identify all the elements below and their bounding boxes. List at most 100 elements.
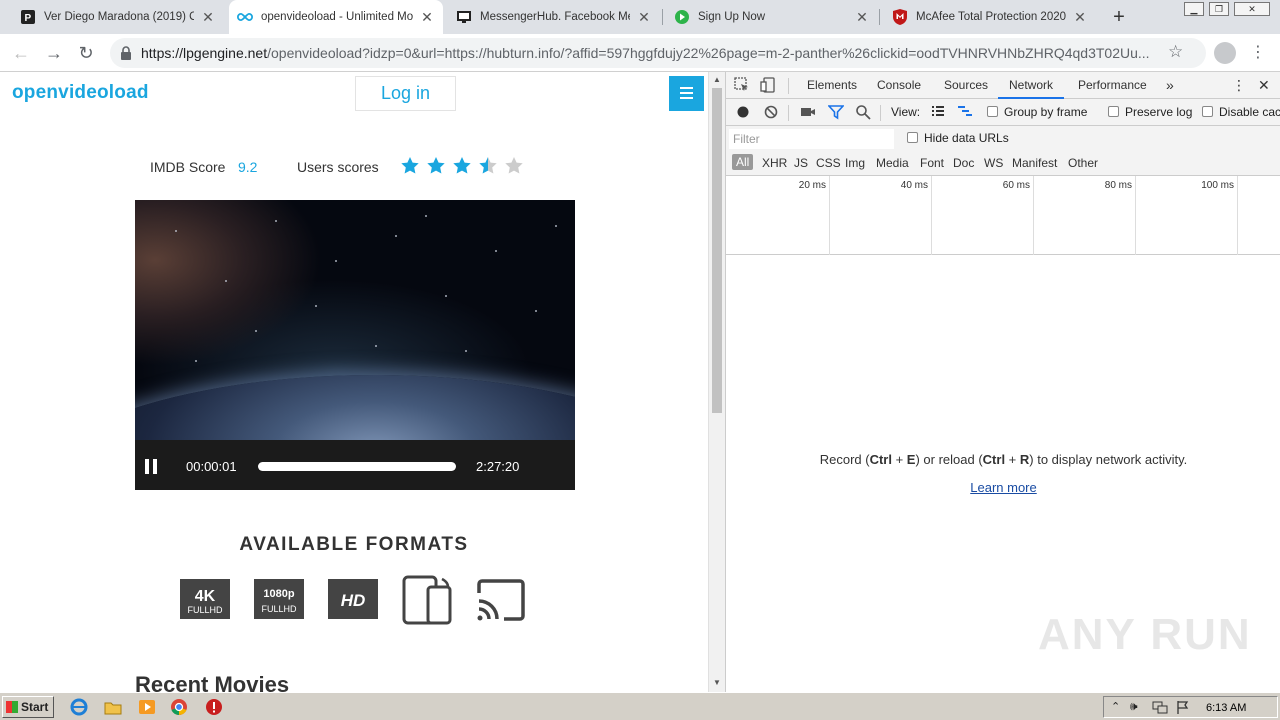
preserve-log-checkbox[interactable] xyxy=(1108,106,1119,117)
close-window-icon[interactable]: ✕ xyxy=(1234,2,1270,16)
volume-icon[interactable]: 🕪 xyxy=(1130,699,1138,714)
type-filter-css[interactable]: CSS xyxy=(816,156,841,170)
close-devtools-icon[interactable]: ✕ xyxy=(1258,72,1270,99)
browser-tab-active[interactable]: openvideoload - Unlimited Movie ✕ xyxy=(229,0,443,34)
large-rows-icon[interactable] xyxy=(930,104,946,120)
devtools-tab-elements[interactable]: Elements xyxy=(807,72,857,99)
devtools-tab-console[interactable]: Console xyxy=(877,72,921,99)
video-progress-bar[interactable] xyxy=(258,462,456,471)
browser-tab[interactable]: Sign Up Now ✕ xyxy=(666,0,878,34)
pause-icon[interactable] xyxy=(145,459,159,474)
format-bottom-text: FULLHD xyxy=(261,604,297,614)
close-tab-icon[interactable]: ✕ xyxy=(854,9,870,26)
taskbar-clock[interactable]: 6:13 AM xyxy=(1206,702,1246,714)
waterfall-icon[interactable] xyxy=(957,104,973,120)
recent-movies-heading: Recent Movies xyxy=(135,672,290,692)
toolbar-separator xyxy=(880,105,881,121)
page-scrollbar[interactable]: ▲ ▼ xyxy=(708,72,725,692)
timeline-gridline xyxy=(1033,176,1034,255)
devtools-menu-icon[interactable]: ⋮ xyxy=(1232,72,1246,99)
inspect-element-icon[interactable] xyxy=(734,77,750,93)
type-filter-media[interactable]: Media xyxy=(876,156,909,170)
browser-tab[interactable]: P Ver Diego Maradona (2019) Onli ✕ xyxy=(12,0,224,34)
hide-data-urls-option[interactable]: Hide data URLs xyxy=(907,131,1009,145)
close-tab-icon[interactable]: ✕ xyxy=(1072,9,1088,26)
tab-title: openvideoload - Unlimited Movie xyxy=(261,11,413,23)
close-tab-icon[interactable]: ✕ xyxy=(419,9,435,26)
type-filter-font[interactable]: Font xyxy=(920,156,944,170)
action-center-flag-icon[interactable] xyxy=(1176,700,1190,715)
close-tab-icon[interactable]: ✕ xyxy=(636,9,652,26)
browser-tab[interactable]: McAfee Total Protection 2020 | ✕ xyxy=(884,0,1096,34)
browser-tab[interactable]: MessengerHub. Facebook Messe ✕ xyxy=(448,0,660,34)
bookmark-star-icon[interactable]: ☆ xyxy=(1168,42,1194,62)
profile-avatar-icon[interactable] xyxy=(1214,42,1236,64)
address-bar[interactable]: https://lpgengine.net/openvideoload?idzp… xyxy=(110,38,1206,68)
record-icon[interactable] xyxy=(735,104,751,120)
devtools-tabbar: Elements Console Sources Network Perform… xyxy=(726,72,1280,99)
hamburger-menu-icon[interactable] xyxy=(669,76,704,111)
type-filter-xhr[interactable]: XHR xyxy=(762,156,787,170)
preserve-log-option[interactable]: Preserve log xyxy=(1108,105,1192,119)
devtools-tab-performance[interactable]: Performance xyxy=(1078,72,1147,99)
chrome-icon[interactable] xyxy=(170,698,188,716)
close-tab-icon[interactable]: ✕ xyxy=(200,9,216,26)
alert-red-icon[interactable] xyxy=(205,698,223,716)
resource-type-bar: All XHR JS CSS Img Media Font Doc WS Manifest Othe… xyxy=(726,151,1280,176)
scroll-up-icon[interactable]: ▲ xyxy=(709,73,725,87)
type-filter-doc[interactable]: Doc xyxy=(953,156,974,170)
device-toolbar-icon[interactable] xyxy=(760,77,776,93)
type-filter-manifest[interactable]: Manifest xyxy=(1012,156,1057,170)
type-filter-all[interactable]: All xyxy=(732,154,754,170)
view-label: View: xyxy=(891,105,921,119)
search-icon[interactable] xyxy=(855,104,871,120)
new-tab-icon[interactable]: + xyxy=(1108,6,1130,28)
scrollbar-thumb[interactable] xyxy=(712,88,722,413)
group-by-frame-option[interactable]: Group by frame xyxy=(987,105,1087,119)
filter-input[interactable]: Filter xyxy=(729,129,894,149)
forward-icon[interactable]: → xyxy=(43,42,65,64)
type-filter-ws[interactable]: WS xyxy=(984,156,1003,170)
clear-icon[interactable] xyxy=(763,104,779,120)
site-logo[interactable]: openvideoload xyxy=(12,82,149,104)
type-filter-js[interactable]: JS xyxy=(794,156,808,170)
timeline-label: 80 ms xyxy=(1104,180,1132,191)
restore-icon[interactable]: ❐ xyxy=(1209,2,1229,16)
network-overview-timeline[interactable]: 20 ms 40 ms 60 ms 80 ms 100 ms xyxy=(726,176,1280,255)
type-filter-img[interactable]: Img xyxy=(845,156,865,170)
timeline-gridline xyxy=(829,176,830,255)
media-player-icon[interactable] xyxy=(138,698,156,716)
login-button[interactable]: Log in xyxy=(355,76,456,111)
hide-data-urls-checkbox[interactable] xyxy=(907,132,918,143)
devtools-tab-network[interactable]: Network xyxy=(998,72,1065,99)
browser-menu-icon[interactable]: ⋮ xyxy=(1250,42,1266,64)
devtools-tab-sources[interactable]: Sources xyxy=(944,72,988,99)
learn-more-link[interactable]: Learn more xyxy=(726,480,1280,495)
browser-toolbar: ← → ↻ https://lpgengine.net/openvideoloa… xyxy=(0,34,1280,72)
disable-cache-checkbox[interactable] xyxy=(1202,106,1213,117)
more-tabs-icon[interactable]: » xyxy=(1166,72,1174,99)
back-icon[interactable]: ← xyxy=(10,42,32,64)
mcafee-shield-icon xyxy=(892,9,908,25)
show-hidden-icons-icon[interactable]: ⌃ xyxy=(1111,700,1120,713)
filter-funnel-icon[interactable] xyxy=(828,104,844,120)
internet-explorer-icon[interactable] xyxy=(70,698,88,716)
folder-icon[interactable] xyxy=(104,698,122,716)
tab-separator xyxy=(879,9,880,25)
type-filter-other[interactable]: Other xyxy=(1068,156,1098,170)
network-icon[interactable] xyxy=(1152,700,1168,715)
reload-icon[interactable]: ↻ xyxy=(75,42,97,64)
star-full-icon xyxy=(426,156,452,176)
web-page: openvideoload Log in IMDB Score 9.2 User… xyxy=(0,72,708,692)
group-by-frame-checkbox[interactable] xyxy=(987,106,998,117)
start-button[interactable]: Start xyxy=(2,696,54,718)
minimize-icon[interactable]: ▁ xyxy=(1184,2,1204,16)
disable-cache-option[interactable]: Disable cac xyxy=(1202,105,1280,119)
network-toolbar: View: Group by frame Preserve log Disabl… xyxy=(726,99,1280,126)
scroll-down-icon[interactable]: ▼ xyxy=(709,676,725,690)
hd-icon: HD xyxy=(328,579,378,622)
video-controls: 00:00:01 2:27:20 xyxy=(135,440,575,490)
system-tray: ⌃ 🕪 xyxy=(1103,696,1278,718)
screenshot-camera-icon[interactable] xyxy=(800,104,816,120)
video-player[interactable]: 00:00:01 2:27:20 xyxy=(135,200,575,490)
